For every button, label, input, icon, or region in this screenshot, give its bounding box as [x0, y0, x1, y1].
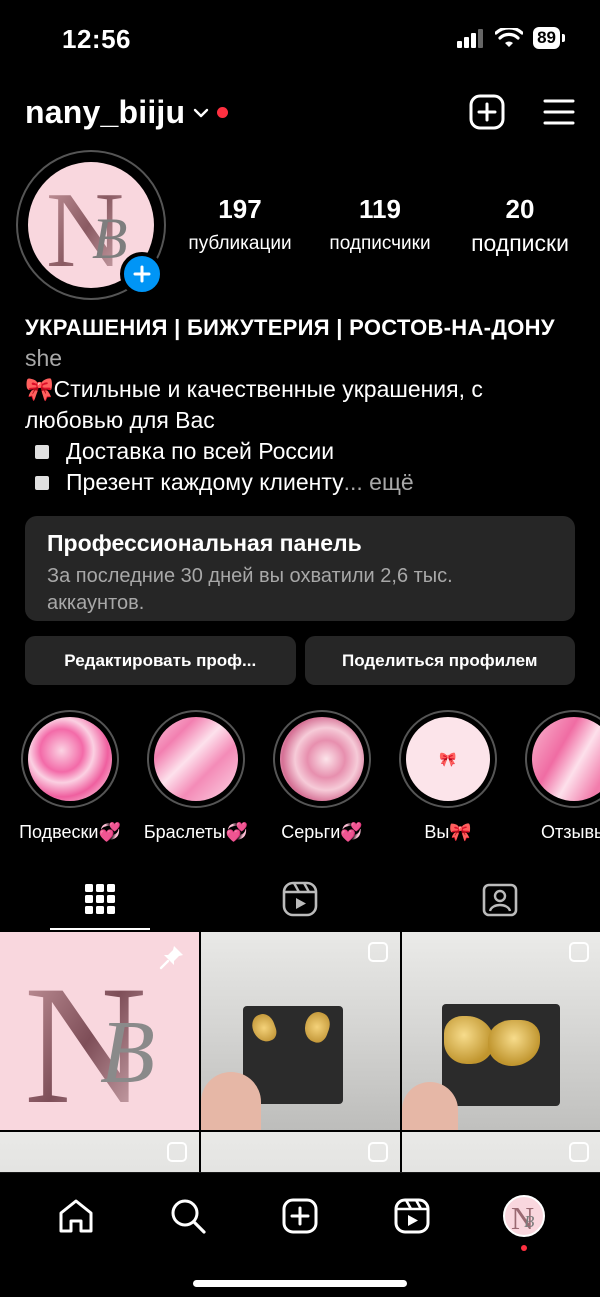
dashboard-title: Профессиональная панель: [47, 530, 362, 556]
battery-indicator: 89: [533, 27, 565, 49]
highlight-cover: [28, 717, 112, 801]
post-thumbnail[interactable]: [201, 932, 400, 1130]
bio-line: Презент каждому клиенту: [66, 469, 344, 495]
bio-line: 🎀Стильные и качественные украшения, с лю…: [25, 376, 483, 433]
dashboard-subtitle: За последние 30 дней вы охватили 2,6 тыс…: [47, 565, 453, 614]
post-thumbnail[interactable]: [402, 1132, 600, 1172]
story-highlights: Подвески💞 Браслеты💞 Серьги💞 🎀 Вы🎀 Отзывы: [0, 710, 600, 850]
highlight-item[interactable]: Серьги💞: [272, 710, 372, 842]
notification-dot: [217, 106, 229, 118]
multiple-posts-icon: [167, 1142, 187, 1162]
svg-text:B: B: [524, 1212, 535, 1231]
tagged-icon: [482, 883, 518, 917]
nav-profile[interactable]: N B: [494, 1191, 554, 1251]
post-thumbnail[interactable]: N B: [0, 932, 199, 1130]
stat-value: 197: [218, 194, 262, 224]
stat-label: публикации: [188, 233, 292, 254]
share-profile-button[interactable]: Поделиться профилем: [304, 636, 575, 685]
status-time: 12:56: [62, 24, 131, 54]
grid-icon: [85, 884, 115, 914]
stat-value: 119: [359, 194, 401, 224]
highlight-label: Браслеты💞: [143, 822, 249, 842]
highlight-label: Вы🎀: [424, 822, 472, 842]
highlight-cover: 🎀: [406, 717, 490, 801]
see-more-link[interactable]: ... ещё: [344, 467, 414, 498]
tab-tagged[interactable]: [400, 868, 600, 930]
svg-text:B: B: [100, 1003, 155, 1102]
highlight-item[interactable]: Отзывы: [524, 710, 600, 842]
status-icons: 89: [457, 27, 565, 49]
professional-dashboard[interactable]: Профессиональная панель За последние 30 …: [25, 516, 575, 621]
multiple-posts-icon: [569, 1142, 589, 1162]
multiple-posts-icon: [569, 942, 589, 962]
reels-icon: [394, 1198, 430, 1234]
stat-followers[interactable]: 119 подписчики: [310, 194, 450, 257]
tab-reels[interactable]: [200, 868, 400, 930]
bullet-square-icon: [35, 475, 49, 490]
bullet-square-icon: [35, 444, 49, 459]
reels-icon: [282, 881, 318, 917]
svg-text:B: B: [92, 206, 127, 271]
tab-posts[interactable]: [0, 868, 200, 930]
plus-icon: [133, 265, 151, 283]
home-icon: [59, 1199, 93, 1233]
pin-icon: [159, 946, 183, 970]
profile-stats: 197 публикации 119 подписчики 20 подписк…: [170, 194, 590, 257]
highlight-label: Серьги💞: [281, 822, 363, 842]
signal-icon: [457, 29, 484, 48]
highlight-item[interactable]: 🎀 Вы🎀: [398, 710, 498, 842]
highlight-label: Подвески💞: [19, 822, 121, 842]
highlight-cover: [154, 717, 238, 801]
bio-line: Доставка по всей России: [66, 438, 335, 464]
stat-value: 20: [505, 194, 535, 224]
post-grid: N B: [0, 932, 600, 1172]
create-post-icon[interactable]: [469, 94, 505, 130]
wifi-icon: [495, 28, 524, 47]
avatar: N B: [503, 1195, 545, 1237]
highlight-item[interactable]: Подвески💞: [19, 710, 121, 842]
profile-bio: УКРАШЕНИЯ | БИЖУТЕРИЯ | РОСТОВ-НА-ДОНУ s…: [25, 312, 575, 498]
post-thumbnail[interactable]: [201, 1132, 400, 1172]
profile-tabs: [0, 868, 600, 930]
post-thumbnail[interactable]: [402, 932, 600, 1130]
stat-posts[interactable]: 197 публикации: [170, 194, 310, 257]
stat-label: подписки: [471, 230, 569, 256]
edit-profile-button[interactable]: Редактировать проф...: [25, 636, 296, 685]
nav-search[interactable]: [158, 1191, 218, 1241]
status-bar: 12:56 89: [0, 0, 600, 80]
search-icon: [171, 1199, 206, 1234]
pronoun: she: [25, 345, 63, 371]
post-thumbnail[interactable]: [0, 1132, 199, 1172]
nav-create[interactable]: [270, 1191, 330, 1241]
highlight-cover: [280, 717, 364, 801]
stat-label: подписчики: [329, 233, 431, 254]
username[interactable]: nany_biiju: [25, 94, 185, 131]
menu-icon[interactable]: [543, 98, 575, 126]
profile-actions: Редактировать проф... Поделиться профиле…: [25, 636, 575, 685]
highlight-label: Отзывы: [541, 822, 600, 842]
multiple-posts-icon: [368, 942, 388, 962]
profile-avatar[interactable]: N B: [16, 150, 166, 300]
create-icon: [282, 1198, 318, 1234]
nav-reels[interactable]: [382, 1191, 442, 1241]
highlight-item[interactable]: Браслеты💞: [144, 710, 248, 842]
bio-title: УКРАШЕНИЯ | БИЖУТЕРИЯ | РОСТОВ-НА-ДОНУ: [25, 315, 555, 340]
home-indicator[interactable]: [193, 1280, 407, 1287]
multiple-posts-icon: [368, 1142, 388, 1162]
add-story-button[interactable]: [120, 252, 164, 296]
notification-dot: [521, 1245, 527, 1251]
bottom-navigation: N B: [0, 1172, 600, 1297]
chevron-down-icon[interactable]: [193, 107, 209, 119]
stat-following[interactable]: 20 подписки: [450, 194, 590, 257]
nav-home[interactable]: [46, 1191, 106, 1241]
profile-header: nany_biiju: [25, 88, 575, 136]
highlight-cover: [532, 717, 600, 801]
